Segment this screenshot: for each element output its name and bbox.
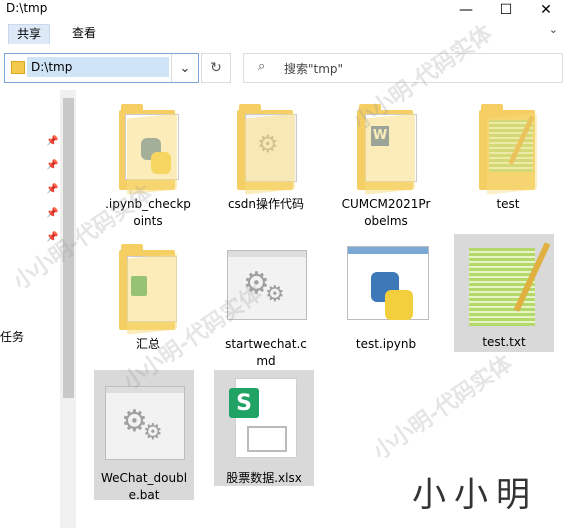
pin-icon[interactable]: 📌 <box>46 160 58 171</box>
file-name: CUMCM2021Probelms <box>341 197 431 228</box>
address-path[interactable]: D:\tmp <box>27 57 169 77</box>
file-item[interactable]: ⚙ ⚙ startwechat.cmd <box>216 236 316 370</box>
folder-icon <box>103 96 193 196</box>
folder-icon: W <box>341 96 431 196</box>
watermark-signature: 小小明 <box>412 475 538 515</box>
maximize-button[interactable]: ☐ <box>486 0 526 20</box>
ipynb-file-icon <box>341 236 431 336</box>
address-bar[interactable]: D:\tmp ⌄ <box>4 53 199 83</box>
file-item[interactable]: 汇总 <box>98 236 198 353</box>
file-item[interactable]: test <box>458 96 558 213</box>
address-row: D:\tmp ⌄ ↻ ⌕ 搜索"tmp" <box>0 48 566 90</box>
file-name: 股票数据.xlsx <box>226 471 302 485</box>
notepad-file-icon <box>459 234 551 334</box>
pin-icon[interactable]: 📌 <box>46 208 58 219</box>
search-placeholder: 搜索"tmp" <box>284 62 344 76</box>
window-title: D:\tmp <box>6 1 48 15</box>
navigation-pane: 📌 📌 📌 📌 📌 任务 <box>0 90 78 528</box>
search-input[interactable]: ⌕ 搜索"tmp" <box>243 53 563 83</box>
refresh-button[interactable]: ↻ <box>201 53 231 83</box>
tab-share[interactable]: 共享 <box>8 24 51 44</box>
pin-icon[interactable]: 📌 <box>46 136 58 147</box>
folder-icon: ⚙ <box>221 96 311 196</box>
folder-icon <box>11 61 25 74</box>
file-item[interactable]: ⚙ csdn操作代码 <box>216 96 316 213</box>
gear-icon: ⚙ <box>265 282 285 307</box>
close-button[interactable]: ✕ <box>526 0 566 20</box>
ribbon: 共享 查看 ⌄ <box>0 20 566 44</box>
file-name: test.txt <box>482 335 526 349</box>
cmd-file-icon: ⚙ ⚙ <box>221 236 311 336</box>
file-name: csdn操作代码 <box>227 197 305 211</box>
folder-icon <box>103 236 193 336</box>
nav-scroll-thumb[interactable] <box>63 98 74 398</box>
address-dropdown-icon[interactable]: ⌄ <box>171 54 198 82</box>
file-item[interactable]: .ipynb_checkpoints <box>98 96 198 230</box>
file-grid: .ipynb_checkpoints ⚙ csdn操作代码 W CUMCM202… <box>78 90 566 528</box>
pin-icon[interactable]: 📌 <box>46 184 58 195</box>
file-name: WeChat_double.bat <box>100 471 188 502</box>
file-item[interactable]: ⚙ ⚙ WeChat_double.bat <box>94 370 194 502</box>
folder-icon <box>463 96 553 196</box>
title-bar: D:\tmp — ☐ ✕ <box>0 0 566 20</box>
file-item[interactable]: W CUMCM2021Probelms <box>336 96 436 230</box>
file-item[interactable]: test.ipynb <box>336 236 436 353</box>
xlsx-file-icon: S <box>219 370 309 470</box>
search-icon: ⌕ <box>258 59 266 74</box>
gear-icon: ⚙ <box>143 420 163 445</box>
ribbon-expand-icon[interactable]: ⌄ <box>549 23 558 36</box>
tab-view[interactable]: 查看 <box>64 24 104 43</box>
file-name: test <box>496 197 520 211</box>
file-item[interactable]: test.txt <box>454 234 554 352</box>
file-item[interactable]: S 股票数据.xlsx <box>214 370 314 486</box>
bat-file-icon: ⚙ ⚙ <box>99 370 189 470</box>
pin-icon[interactable]: 📌 <box>46 232 58 243</box>
file-name: 汇总 <box>135 337 160 351</box>
file-name: .ipynb_checkpoints <box>105 197 191 228</box>
minimize-button[interactable]: — <box>446 0 486 20</box>
file-name: test.ipynb <box>355 337 417 351</box>
nav-item-tasks[interactable]: 任务 <box>0 328 24 345</box>
file-name: startwechat.cmd <box>225 337 307 368</box>
